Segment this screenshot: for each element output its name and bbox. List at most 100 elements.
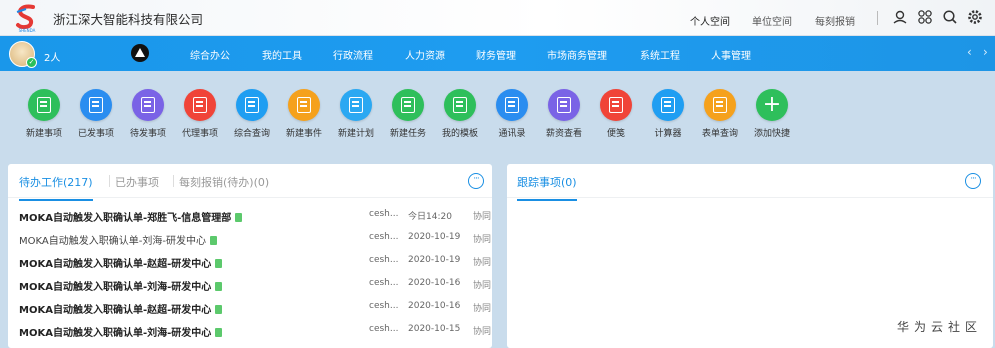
search-icon[interactable] [942,9,958,25]
row-title[interactable]: MOKA自动触发入职确认单-赵超-研发中心 [19,255,223,270]
salary-icon [548,89,580,121]
svg-text:SHENDA: SHENDA [19,28,36,33]
nav-item-tools[interactable]: 我的工具 [262,47,302,62]
row-type: 协同 [473,304,492,314]
table-row[interactable]: MOKA自动触发入职确认单-郑胜飞-信息管理部 cesh... 今日14:20 协同 [8,204,492,227]
nav-item-personnel[interactable]: 人事管理 [711,47,751,62]
nav-item-market[interactable]: 市场商务管理 [547,47,607,62]
table-row[interactable]: MOKA自动触发入职确认单-刘海-研发中心 cesh... 2020-10-19 协同 [8,227,492,250]
more-icon[interactable]: ··· [965,173,981,189]
row-title[interactable]: MOKA自动触发入职确认单-刘海-研发中心 [19,278,223,293]
row-type: 协同 [473,258,492,268]
row-date: 2020-10-16 [408,301,461,311]
divider [173,175,174,187]
sent-items-icon [80,89,112,121]
document-icon [235,213,243,222]
nav-item-finance[interactable]: 财务管理 [476,47,516,62]
row-title[interactable]: MOKA自动触发入职确认单-刘海-研发中心 [19,324,223,339]
plus-icon: + [756,89,788,121]
task-icon [392,89,424,121]
row-title[interactable]: MOKA自动触发入职确认单-郑胜飞-信息管理部 [19,209,243,224]
shortcut-salary[interactable]: 薪资查看 [536,89,592,139]
tab-done-items[interactable]: 已办事项 [115,174,159,190]
document-icon [215,305,223,314]
company-name: 浙江深大智能科技有限公司 [53,12,204,27]
row-type: 协同 [473,281,492,291]
search-icon [236,89,268,121]
shortcut-search[interactable]: 综合查询 [224,89,280,139]
row-title-text: MOKA自动触发入职确认单-赵超-研发中心 [19,305,212,316]
gear-icon[interactable] [967,9,983,25]
table-row[interactable]: MOKA自动触发入职确认单-刘海-研发中心 cesh... 2020-10-15 协同 [8,319,492,342]
more-icon[interactable]: ··· [468,173,484,189]
row-title-text: MOKA自动触发入职确认单-刘海-研发中心 [19,282,212,293]
shortcut-new-plan[interactable]: 新建计划 [328,89,384,139]
row-sender: cesh... [369,278,399,288]
calendar-icon [288,89,320,121]
plan-icon [340,89,372,121]
nav-item-system[interactable]: 系统工程 [640,47,680,62]
row-type: 协同 [473,327,492,337]
row-date: 2020-10-19 [408,232,461,242]
user-location-icon[interactable] [892,9,908,25]
tab-tracking-items[interactable]: 跟踪事项(0) [517,174,577,201]
apps-grid-icon[interactable] [917,9,933,25]
row-title-text: MOKA自动触发入职确认单-刘海-研发中心 [19,328,212,339]
memo-icon [600,89,632,121]
row-date: 今日14:20 [408,212,452,222]
shortcut-new-task[interactable]: 新建任务 [380,89,436,139]
table-row[interactable]: MOKA自动触发入职确认单-赵超-研发中心 cesh... 2020-10-16 协同 [8,296,492,319]
row-sender: cesh... [369,232,399,242]
table-row[interactable]: MOKA自动触发入职确认单-赵超-研发中心 cesh... 2020-10-19 协同 [8,250,492,273]
online-count[interactable]: 2人 [44,49,60,64]
calculator-icon [652,89,684,121]
row-date: 2020-10-19 [408,255,461,265]
shortcut-new-event[interactable]: 新建事件 [276,89,332,139]
shortcut-memo[interactable]: 便笺 [588,89,644,139]
nav-item-admin[interactable]: 行政流程 [333,47,373,62]
row-title[interactable]: MOKA自动触发入职确认单-刘海-研发中心 [19,232,217,247]
divider [877,11,878,25]
row-title-text: MOKA自动触发入职确认单-赵超-研发中心 [19,259,212,270]
tab-pending-work[interactable]: 待办工作(217) [19,174,93,201]
panel-header: 待办工作(217) 已办事项 每刻报销(待办)(0) ··· [8,164,492,201]
row-type: 协同 [473,235,492,245]
proxy-items-icon [184,89,216,121]
top-bar: SHENDA 浙江深大智能科技有限公司 个人空间 单位空间 每刻报销 [0,0,995,38]
shortcut-new-item[interactable]: 新建事项 [16,89,72,139]
chevron-left-icon[interactable]: ‹ [967,45,972,59]
divider [109,175,110,187]
chevron-right-icon[interactable]: › [983,45,988,59]
row-title[interactable]: MOKA自动触发入职确认单-赵超-研发中心 [19,301,223,316]
shortcut-calculator[interactable]: 计算器 [640,89,696,139]
nav-logo-icon[interactable] [131,44,149,62]
tab-unit-space[interactable]: 单位空间 [752,13,792,28]
row-title-text: MOKA自动触发入职确认单-刘海-研发中心 [19,236,206,247]
shortcut-contacts[interactable]: 通讯录 [484,89,540,139]
shortcut-proxy-items[interactable]: 代理事项 [172,89,228,139]
nav-item-office[interactable]: 综合办公 [190,47,230,62]
watermark: 华为云社区 [897,320,983,334]
row-date: 2020-10-15 [408,324,461,334]
row-date: 2020-10-16 [408,278,461,288]
form-icon [704,89,736,121]
avatar[interactable]: ✓ [9,41,37,68]
nav-item-hr[interactable]: 人力资源 [405,47,445,62]
shortcut-draft-items[interactable]: 待发事项 [120,89,176,139]
document-icon [215,282,223,291]
panel-header: 跟踪事项(0) ··· [507,164,993,201]
shortcut-sent-items[interactable]: 已发事项 [68,89,124,139]
tab-expense-report[interactable]: 每刻报销 [815,13,855,28]
tab-expense-pending[interactable]: 每刻报销(待办)(0) [179,174,269,190]
row-sender: cesh... [369,209,399,219]
tab-personal-space[interactable]: 个人空间 [688,13,732,38]
table-row[interactable]: MOKA自动触发入职确认单-刘海-研发中心 cesh... 2020-10-16 协同 [8,273,492,296]
template-icon [444,89,476,121]
shortcut-form-query[interactable]: 表单查询 [692,89,748,139]
pending-work-panel: 待办工作(217) 已办事项 每刻报销(待办)(0) ··· MOKA自动触发入… [8,164,492,348]
check-icon: ✓ [26,57,37,68]
shortcut-my-template[interactable]: 我的模板 [432,89,488,139]
shortcut-add[interactable]: + 添加快捷 [744,89,800,139]
new-item-icon [28,89,60,121]
draft-items-icon [132,89,164,121]
